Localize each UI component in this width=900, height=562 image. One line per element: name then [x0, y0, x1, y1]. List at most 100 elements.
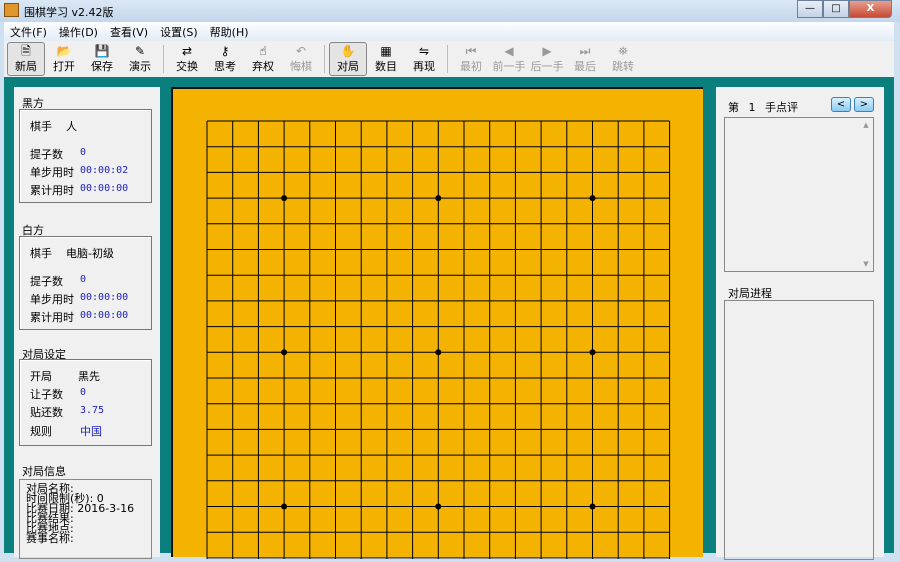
toolbar-button-replay[interactable]: ⇋ 再现 — [405, 42, 443, 76]
black-player: 人 — [66, 120, 77, 133]
toolbar-button-last[interactable]: ⏭ 最后 — [566, 42, 604, 76]
right-panel: 第 1 手点评 < > ▲ ▼ 对局进程 — [716, 87, 884, 560]
label: 手点评 — [765, 101, 798, 114]
toolbar-label: 最初 — [460, 60, 482, 73]
white-total-time: 00:00:00 — [80, 310, 129, 321]
label: 开局 — [30, 370, 52, 383]
star-point — [435, 349, 442, 356]
star-point — [589, 349, 596, 356]
toolbar-button-save-disk[interactable]: 💾 保存 — [83, 42, 121, 76]
toolbar-label: 弃权 — [252, 60, 274, 73]
toolbar-label: 悔棋 — [290, 60, 312, 73]
count-grid-icon: ▦ — [380, 44, 392, 58]
komi: 3.75 — [80, 405, 105, 416]
toolbar-label: 打开 — [53, 60, 75, 73]
toolbar-button-swap[interactable]: ⇄ 交换 — [168, 42, 206, 76]
toolbar-button-binoculars[interactable]: ⛯ 跳转 — [604, 42, 642, 76]
binoculars-icon: ⛯ — [618, 44, 628, 58]
star-point — [589, 195, 596, 202]
star-point — [281, 349, 288, 356]
toolbar-button-prev[interactable]: ◀ 前一手 — [490, 42, 528, 76]
menu-operate[interactable]: 操作(D) — [59, 24, 98, 40]
toolbar-separator — [324, 45, 325, 73]
black-total-time: 00:00:00 — [80, 183, 129, 194]
star-point — [435, 503, 442, 510]
opening: 黑先 — [78, 370, 100, 383]
star-point — [435, 195, 442, 202]
board-grid[interactable] — [173, 89, 705, 562]
close-button[interactable]: X — [849, 0, 892, 18]
demo-icon: ✎ — [134, 44, 146, 58]
scrollbar[interactable]: ▲ ▼ — [859, 118, 873, 271]
next-icon: ▶ — [542, 44, 552, 58]
toolbar-button-new-file[interactable]: 🗎 新局 — [7, 42, 45, 76]
toolbar-button-open-folder[interactable]: 📂 打开 — [45, 42, 83, 76]
prev-icon: ◀ — [504, 44, 514, 58]
toolbar-separator — [447, 45, 448, 73]
toolbar-label: 演示 — [129, 60, 151, 73]
left-panel: 黑方 棋手 人 提子数 0 单步用时 00:00:02 累计用时 00:00:0… — [14, 87, 160, 559]
toolbar: 🗎 新局 📂 打开 💾 保存 ✎ 演示 ⇄ 交换 ⚷ 思考 ☝ 弃权 ↶ 悔棋 ✋ 对局 ▦ 数目 ⇋ 再现 ⏮ 最初 ◀ 前一手… — [4, 41, 894, 77]
handicap: 0 — [80, 387, 87, 398]
toolbar-label: 再现 — [413, 60, 435, 73]
toolbar-button-demo[interactable]: ✎ 演示 — [121, 42, 159, 76]
label: 累计用时 — [30, 311, 74, 324]
toolbar-label: 保存 — [91, 60, 113, 73]
toolbar-button-key[interactable]: ⚷ 思考 — [206, 42, 244, 76]
client-area: 黑方 棋手 人 提子数 0 单步用时 00:00:02 累计用时 00:00:0… — [4, 77, 894, 562]
white-step-time: 00:00:00 — [80, 292, 129, 303]
toolbar-label: 前一手 — [492, 60, 526, 73]
next-comment-button[interactable]: > — [854, 97, 874, 112]
toolbar-button-next[interactable]: ▶ 后一手 — [528, 42, 566, 76]
menu-view[interactable]: 查看(V) — [110, 24, 148, 40]
label: 棋手 — [30, 247, 52, 260]
menu-bar: 文件(F) 操作(D) 查看(V) 设置(S) 帮助(H) — [4, 22, 894, 41]
menu-file[interactable]: 文件(F) — [10, 24, 47, 40]
move-comment-header: 第 1 手点评 — [728, 99, 798, 115]
label: 让子数 — [30, 388, 63, 401]
maximize-button[interactable]: □ — [823, 0, 849, 18]
toolbar-label: 后一手 — [530, 60, 564, 73]
toolbar-label: 新局 — [15, 60, 37, 73]
label: 贴还数 — [30, 406, 63, 419]
label: 棋手 — [30, 120, 52, 133]
label: 规则 — [30, 425, 52, 438]
progress-title: 对局进程 — [728, 287, 772, 300]
toolbar-button-count-grid[interactable]: ▦ 数目 — [367, 42, 405, 76]
white-info-box: 棋手 电脑-初级 提子数 0 单步用时 00:00:00 累计用时 00:00:… — [19, 236, 152, 330]
label: 第 — [728, 101, 739, 114]
black-step-time: 00:00:02 — [80, 165, 129, 176]
white-captures: 0 — [80, 274, 87, 285]
toolbar-label: 思考 — [214, 60, 236, 73]
go-board[interactable] — [171, 87, 705, 562]
first-icon: ⏮ — [465, 44, 477, 58]
toolbar-button-first[interactable]: ⏮ 最初 — [452, 42, 490, 76]
replay-icon: ⇋ — [418, 44, 430, 58]
toolbar-separator — [163, 45, 164, 73]
new-file-icon: 🗎 — [21, 44, 31, 58]
label: 累计用时 — [30, 184, 74, 197]
info-line: 赛事名称: — [26, 532, 74, 545]
menu-help[interactable]: 帮助(H) — [210, 24, 249, 40]
move-number: 1 — [748, 101, 756, 114]
play-hand-icon: ✋ — [340, 44, 356, 58]
star-point — [281, 195, 288, 202]
menu-settings[interactable]: 设置(S) — [160, 24, 198, 40]
info-section-title: 对局信息 — [22, 465, 66, 478]
game-info-box: 对局名称: 时间限制(秒): 0 比赛日期: 2016-3-16 比赛结果: 比… — [19, 479, 152, 559]
prev-comment-button[interactable]: < — [831, 97, 851, 112]
toolbar-button-play-hand[interactable]: ✋ 对局 — [329, 42, 367, 76]
toolbar-label: 对局 — [337, 60, 359, 73]
last-icon: ⏭ — [579, 44, 591, 58]
comment-textbox[interactable]: ▲ ▼ — [724, 117, 874, 272]
toolbar-button-hand-pass[interactable]: ☝ 弃权 — [244, 42, 282, 76]
toolbar-label: 数目 — [375, 60, 397, 73]
rules: 中国 — [80, 425, 102, 438]
label: 单步用时 — [30, 166, 74, 179]
settings-box: 开局 黑先 让子数 0 贴还数 3.75 规则 中国 — [19, 359, 152, 446]
minimize-button[interactable]: — — [797, 0, 823, 18]
toolbar-label: 最后 — [574, 60, 596, 73]
black-info-box: 棋手 人 提子数 0 单步用时 00:00:02 累计用时 00:00:00 — [19, 109, 152, 203]
toolbar-button-undo[interactable]: ↶ 悔棋 — [282, 42, 320, 76]
label: 提子数 — [30, 148, 63, 161]
